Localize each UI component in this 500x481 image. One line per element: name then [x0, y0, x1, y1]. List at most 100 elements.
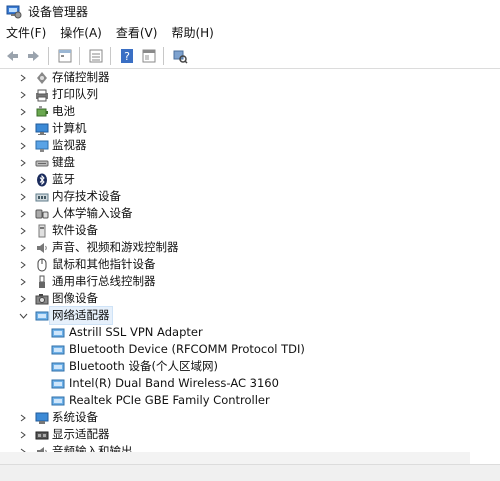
category-label: 内存技术设备 [52, 189, 121, 203]
tree-category[interactable]: 软件设备 [0, 222, 500, 239]
tree-category[interactable]: 系统设备 [0, 409, 500, 426]
list-icon [89, 49, 103, 63]
menu-view[interactable]: 查看(V) [110, 22, 166, 44]
chevron-right-icon[interactable] [18, 273, 28, 290]
category-label: 鼠标和其他指针设备 [52, 257, 156, 271]
tree-device[interactable]: Bluetooth Device (RFCOMM Protocol TDI) [0, 341, 500, 358]
chevron-down-icon[interactable] [18, 307, 28, 324]
toolbar-separator [48, 47, 49, 65]
forward-button[interactable] [24, 46, 44, 66]
memory-tech-icon [34, 189, 50, 205]
tree-category[interactable]: 键盘 [0, 154, 500, 171]
chevron-right-icon[interactable] [18, 290, 28, 307]
chevron-right-icon[interactable] [18, 239, 28, 256]
category-label: 通用串行总线控制器 [52, 274, 156, 288]
chevron-right-icon[interactable] [18, 426, 28, 443]
chevron-right-icon[interactable] [18, 154, 28, 171]
toolbar-separator [163, 47, 164, 65]
chevron-right-icon[interactable] [18, 120, 28, 137]
category-label: 软件设备 [52, 223, 98, 237]
tree-device[interactable]: Realtek PCIe GBE Family Controller [0, 392, 500, 409]
title-bar: 设备管理器 [0, 0, 500, 22]
chevron-right-icon[interactable] [18, 188, 28, 205]
bluetooth-icon [34, 172, 50, 188]
network-adapter-icon [34, 308, 50, 324]
category-label: 打印队列 [52, 87, 98, 101]
keyboard-icon [34, 155, 50, 171]
menu-file[interactable]: 文件(F) [0, 22, 54, 44]
menu-action[interactable]: 操作(A) [54, 22, 110, 44]
chevron-right-icon[interactable] [18, 222, 28, 239]
computer-icon [34, 121, 50, 137]
tree-category[interactable]: 鼠标和其他指针设备 [0, 256, 500, 273]
back-arrow-icon [7, 51, 18, 61]
panel-button[interactable] [139, 46, 159, 66]
tree-category[interactable]: 蓝牙 [0, 171, 500, 188]
network-adapter-icon [50, 393, 66, 409]
tree-category[interactable]: 声音、视频和游戏控制器 [0, 239, 500, 256]
storage-controller-icon [34, 70, 50, 86]
tree-device[interactable]: Bluetooth 设备(个人区域网) [0, 358, 500, 375]
tree-category[interactable]: 显示适配器 [0, 426, 500, 443]
tree-category[interactable]: 监视器 [0, 137, 500, 154]
camera-icon [34, 291, 50, 307]
panel-icon [142, 49, 156, 63]
tree-category-expanded[interactable]: 网络适配器 [0, 306, 500, 325]
tree-category[interactable]: 人体学输入设备 [0, 205, 500, 222]
device-label: Bluetooth 设备(个人区域网) [69, 359, 218, 373]
help-button[interactable]: ? [117, 46, 137, 66]
usb-icon [34, 274, 50, 290]
forward-arrow-icon [28, 51, 39, 61]
back-button[interactable] [2, 46, 22, 66]
device-label: Intel(R) Dual Band Wireless-AC 3160 [69, 376, 279, 390]
category-label: 显示适配器 [52, 427, 110, 441]
tree-category[interactable]: 计算机 [0, 120, 500, 137]
speaker-icon [34, 240, 50, 256]
tree-category[interactable]: 电池 [0, 103, 500, 120]
category-label: 网络适配器 [49, 306, 113, 325]
network-adapter-icon [50, 342, 66, 358]
device-label: Bluetooth Device (RFCOMM Protocol TDI) [69, 342, 305, 356]
tree-category[interactable]: 打印队列 [0, 86, 500, 103]
category-label: 电池 [52, 104, 75, 118]
category-label: 人体学输入设备 [52, 206, 133, 220]
category-label: 存储控制器 [52, 70, 110, 84]
chevron-right-icon[interactable] [18, 171, 28, 188]
system-device-icon [34, 410, 50, 426]
tree-category[interactable]: 内存技术设备 [0, 188, 500, 205]
hid-icon [34, 206, 50, 222]
scan-hardware-icon [173, 50, 188, 64]
category-label: 图像设备 [52, 291, 98, 305]
network-adapter-icon [50, 325, 66, 341]
window-title: 设备管理器 [28, 4, 89, 19]
toolbar: ? [0, 44, 500, 69]
menu-help[interactable]: 帮助(H) [165, 22, 221, 44]
printer-icon [34, 87, 50, 103]
tree-device[interactable]: Astrill SSL VPN Adapter [0, 324, 500, 341]
tree-category[interactable]: 存储控制器 [0, 69, 500, 86]
tree-category[interactable]: 图像设备 [0, 290, 500, 307]
list-button[interactable] [86, 46, 106, 66]
chevron-right-icon[interactable] [18, 137, 28, 154]
device-tree: 存储控制器 打印队列 电池 计算机 监视器 键盘 蓝牙 内存技术设备 人体学输入… [0, 69, 500, 464]
properties-icon [58, 49, 72, 63]
monitor-icon [34, 138, 50, 154]
category-label: 键盘 [52, 155, 75, 169]
tree-category[interactable]: 通用串行总线控制器 [0, 273, 500, 290]
category-label: 蓝牙 [52, 172, 75, 186]
chevron-right-icon[interactable] [18, 69, 28, 86]
chevron-right-icon[interactable] [18, 103, 28, 120]
device-label: Realtek PCIe GBE Family Controller [69, 393, 270, 407]
category-label: 声音、视频和游戏控制器 [52, 240, 179, 254]
scan-hardware-button[interactable] [170, 46, 190, 66]
tree-device[interactable]: Intel(R) Dual Band Wireless-AC 3160 [0, 375, 500, 392]
status-bar [0, 464, 500, 481]
network-adapter-icon [50, 359, 66, 375]
chevron-right-icon[interactable] [18, 409, 28, 426]
horizontal-scrollbar[interactable] [0, 452, 470, 464]
mouse-icon [34, 257, 50, 273]
chevron-right-icon[interactable] [18, 86, 28, 103]
chevron-right-icon[interactable] [18, 256, 28, 273]
properties-button[interactable] [55, 46, 75, 66]
chevron-right-icon[interactable] [18, 205, 28, 222]
